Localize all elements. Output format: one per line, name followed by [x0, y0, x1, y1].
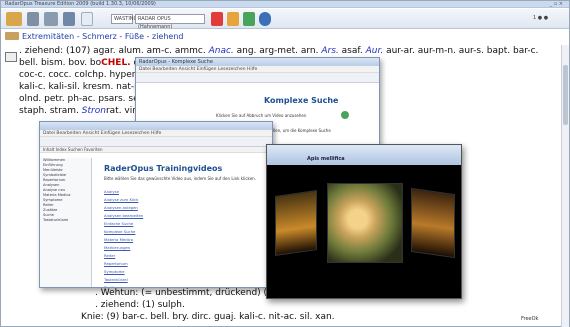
- leaf-icon[interactable]: [243, 12, 255, 26]
- training-videos-toolbar[interactable]: [40, 137, 272, 147]
- video-link[interactable]: Materia Medica: [104, 236, 143, 244]
- vertical-scrollbar[interactable]: [561, 45, 569, 327]
- book-icon: [5, 32, 19, 40]
- video-link[interactable]: Komplexe Suche: [104, 228, 143, 236]
- search-help-heading: Komplexe Suche: [264, 96, 339, 105]
- repertory-line[interactable]: . ziehend: (107) agar. alum. am-c. ammc.…: [19, 45, 565, 57]
- video-link[interactable]: Analysen anlegen: [104, 204, 143, 212]
- repertory-segment: Aur.: [365, 46, 384, 56]
- highlight-icon[interactable]: [211, 12, 223, 26]
- repertory-segment: olnd. petr. ph-ac. p: [19, 94, 105, 104]
- breadcrumb-text: Extremitäten - Schmerz - Füße - ziehend: [22, 32, 184, 41]
- training-videos-window[interactable]: Datei Bearbeiten Ansicht Einfügen Leseze…: [39, 121, 273, 288]
- repertory-segment: . Wehtun:: [95, 288, 139, 298]
- open-icon[interactable]: [6, 12, 22, 26]
- bee-photo-left[interactable]: [275, 190, 317, 256]
- gallery-title: Apis mellifica: [307, 156, 345, 162]
- window-title: RadarOpus Treasure Edition 2009 (build 1…: [1, 1, 569, 8]
- repertory-segment: Stron: [81, 106, 106, 116]
- layout-icon[interactable]: [63, 12, 75, 26]
- repertory-segment: aur-ar. aur-m-n. aur-s. bapt. bar-c.: [383, 46, 539, 56]
- repertory-segment: Knie:: [81, 312, 104, 322]
- training-videos-sidebar[interactable]: Willkommen Einführung Menüleiste Symbolleis…: [40, 158, 92, 287]
- video-link[interactable]: Symptome: [104, 268, 143, 276]
- repertory-segment: bell. bism. bov. bo: [19, 58, 102, 68]
- search-help-line-1: Klicken Sie auf Abbruch um Video anzuseh…: [216, 113, 307, 118]
- zoom-indicator[interactable]: 1 ● ●: [531, 14, 559, 24]
- repertory-segment: : (107) agar. alum. am-c. ammc.: [60, 46, 209, 56]
- repertory-segment: . ziehend:: [95, 300, 140, 310]
- play-icon[interactable]: [341, 111, 349, 119]
- training-videos-intro: Bitte wählen Sie das gewünschte Video au…: [104, 176, 256, 181]
- sidebar-item[interactable]: Tastaturkürzel: [40, 218, 91, 223]
- bee-photo-right[interactable]: [411, 187, 455, 259]
- search-help-toolbar[interactable]: [136, 73, 379, 83]
- repertory-segment: Anac.: [208, 46, 234, 56]
- rubric-icon[interactable]: [5, 52, 17, 62]
- repertory-segment: coc-c. cocc. colch: [19, 70, 99, 80]
- video-link[interactable]: Analyse zum Klick: [104, 196, 143, 204]
- repertory-segment: (9) bar-c. bell. bry. dirc. guaj. kali-c…: [103, 312, 335, 322]
- repertory-line[interactable]: Knie: (9) bar-c. bell. bry. dirc. guaj. …: [81, 311, 570, 323]
- home-icon[interactable]: [27, 12, 39, 26]
- search-help-menu[interactable]: Datei Bearbeiten Ansicht Einfügen Leseze…: [136, 66, 379, 73]
- training-videos-heading: RaderOpus Trainingvideos: [104, 164, 223, 173]
- training-videos-tabs[interactable]: Inhalt Index Suchen Favoriten: [40, 147, 272, 153]
- app-window: RadarOpus Treasure Edition 2009 (build 1…: [0, 0, 570, 327]
- video-link[interactable]: Zusätze: [104, 284, 143, 287]
- watermark: FreeOk: [521, 316, 539, 322]
- video-link[interactable]: Analyse: [104, 188, 143, 196]
- repertory-segment: ang. arg-met. arn.: [233, 46, 322, 56]
- print-icon[interactable]: [44, 12, 58, 26]
- video-link[interactable]: Reiter: [104, 252, 143, 260]
- video-link[interactable]: Tastenkürzel: [104, 276, 143, 284]
- scroll-thumb[interactable]: [563, 65, 568, 125]
- video-link[interactable]: Analysen bearbeiten: [104, 212, 143, 220]
- clipboard-icon[interactable]: [81, 12, 93, 26]
- window-controls[interactable]: _ ▫ ×: [550, 1, 563, 8]
- repertory-segment: (1) sulph.: [139, 300, 185, 310]
- training-videos-links: Analyse Analyse zum Klick Analysen anlegen…: [104, 188, 143, 287]
- video-link[interactable]: Repertorium: [104, 260, 143, 268]
- repertory-segment: Ars.: [321, 46, 339, 56]
- repertory-segment: asaf.: [338, 46, 366, 56]
- repertory-segment: CHEL.: [101, 58, 131, 68]
- video-link[interactable]: Markierungen: [104, 244, 143, 252]
- training-videos-menu[interactable]: Datei Bearbeiten Ansicht Einfügen Leseze…: [40, 130, 272, 137]
- bee-photo-center[interactable]: [327, 183, 403, 263]
- repertory-line[interactable]: . ziehend: (1) sulph.: [95, 299, 570, 311]
- globe-icon[interactable]: [259, 12, 271, 26]
- repertory-segment: kali-c. kali-sil. kres: [19, 82, 102, 92]
- heart-icon[interactable]: [227, 12, 239, 26]
- breadcrumb: Extremitäten - Schmerz - Füße - ziehend: [5, 31, 184, 43]
- gallery-window[interactable]: Apis mellifica: [266, 144, 462, 299]
- main-toolbar: WASTING RADAR OPUS (Hahnemann) 1 ● ●: [1, 9, 569, 30]
- search-help-title: RadarOpus - Komplexe Suche: [136, 58, 379, 66]
- repertory-combo[interactable]: RADAR OPUS (Hahnemann): [135, 14, 205, 30]
- video-link[interactable]: Einfache Suche: [104, 220, 143, 228]
- remedy-combo[interactable]: WASTING: [111, 14, 137, 24]
- repertory-segment: . ziehend: [19, 46, 61, 56]
- repertory-segment: staph. stram.: [19, 106, 82, 116]
- gallery-toolbar[interactable]: Apis mellifica: [267, 145, 461, 165]
- training-videos-titlebar: [40, 122, 272, 130]
